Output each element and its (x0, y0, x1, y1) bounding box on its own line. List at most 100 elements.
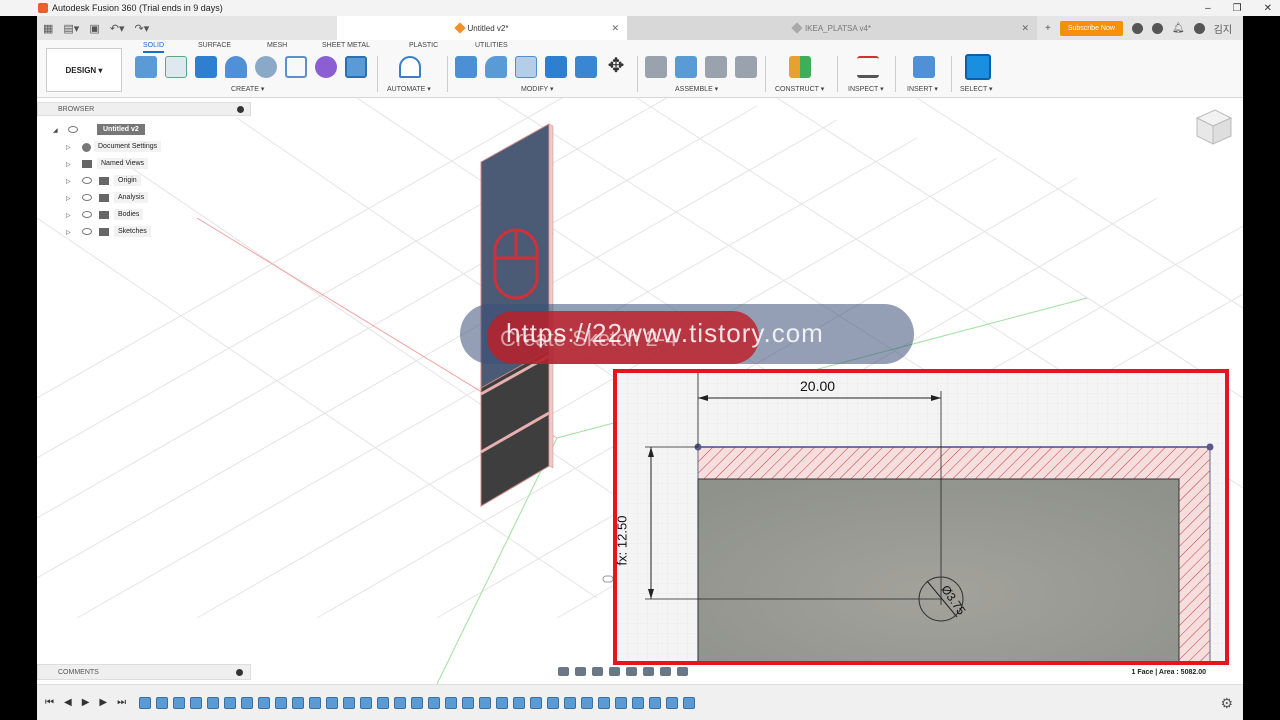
insert-group-label[interactable]: INSERT ▾ (907, 85, 938, 93)
workspace-switcher[interactable]: DESIGN ▾ (46, 48, 122, 92)
visibility-eye-icon[interactable] (82, 211, 92, 218)
visibility-eye-icon[interactable] (68, 126, 78, 133)
timeline-feature[interactable] (445, 697, 457, 709)
maximize-icon[interactable]: ❐ (1233, 3, 1242, 14)
modify-group-label[interactable]: MODIFY ▾ (521, 85, 554, 93)
offset-plane-icon[interactable] (789, 56, 811, 78)
comments-panel[interactable]: COMMENTS (37, 664, 251, 680)
tab-sheet-metal[interactable]: SHEET METAL (322, 42, 370, 49)
as-built-joint-icon[interactable] (705, 56, 727, 78)
tree-item-bodies[interactable]: ▷ Bodies (37, 207, 251, 224)
timeline-feature[interactable] (377, 697, 389, 709)
timeline-feature[interactable] (292, 697, 304, 709)
insert-image-icon[interactable] (913, 56, 935, 78)
inspect-group-label[interactable]: INSPECT ▾ (848, 85, 884, 93)
timeline-feature[interactable] (156, 697, 168, 709)
timeline-feature[interactable] (190, 697, 202, 709)
collapse-arrow-icon[interactable]: ◢ (53, 127, 58, 134)
new-tab-icon[interactable]: + (1045, 23, 1051, 34)
tab-plastic[interactable]: PLASTIC (409, 42, 438, 49)
timeline-feature[interactable] (343, 697, 355, 709)
timeline-feature[interactable] (411, 697, 423, 709)
redo-icon[interactable]: ↷▾ (134, 22, 149, 35)
timeline-feature[interactable] (530, 697, 542, 709)
help-icon[interactable] (1193, 22, 1205, 34)
go-to-end-icon[interactable]: ⏭ (117, 697, 126, 708)
zoom-icon[interactable] (609, 667, 620, 676)
tree-item-document-settings[interactable]: ▷ Document Settings (37, 139, 251, 156)
save-icon[interactable]: ▣ (89, 22, 99, 35)
timeline-feature[interactable] (479, 697, 491, 709)
timeline-feature[interactable] (649, 697, 661, 709)
joint-icon[interactable] (645, 56, 667, 78)
undo-icon[interactable]: ↶▾ (110, 22, 125, 35)
display-settings-icon[interactable] (643, 667, 654, 676)
timeline-feature[interactable] (547, 697, 559, 709)
new-component-icon[interactable] (135, 56, 157, 78)
close-tab-icon[interactable]: ✕ (611, 23, 619, 34)
timeline-feature[interactable] (394, 697, 406, 709)
expand-arrow-icon[interactable]: ▷ (66, 161, 71, 168)
timeline-feature[interactable] (513, 697, 525, 709)
expand-arrow-icon[interactable]: ▷ (66, 229, 71, 236)
look-at-icon[interactable] (575, 667, 586, 676)
timeline-feature[interactable] (360, 697, 372, 709)
timeline-feature[interactable] (581, 697, 593, 709)
tree-root[interactable]: ◢ Untitled v2 (37, 122, 251, 139)
timeline-feature[interactable] (598, 697, 610, 709)
expand-arrow-icon[interactable]: ▷ (66, 212, 71, 219)
chamfer-icon[interactable] (515, 56, 537, 78)
extrude-icon[interactable] (195, 56, 217, 78)
job-status-icon[interactable] (1151, 22, 1163, 34)
orbit-icon[interactable] (558, 667, 569, 676)
construct-group-label[interactable]: CONSTRUCT ▾ (775, 85, 824, 93)
expand-arrow-icon[interactable]: ▷ (66, 195, 71, 202)
automate-group-label[interactable]: AUTOMATE ▾ (387, 85, 431, 93)
measure-icon[interactable] (857, 56, 879, 78)
tab-solid[interactable]: SOLID (143, 42, 165, 53)
timeline-feature[interactable] (275, 697, 287, 709)
hole-icon[interactable] (255, 56, 277, 78)
shell-icon[interactable] (545, 56, 567, 78)
fit-icon[interactable] (626, 667, 637, 676)
grid-settings-icon[interactable] (660, 667, 671, 676)
close-icon[interactable]: ✕ (1264, 3, 1272, 14)
grid-menu-icon[interactable]: ▦ (43, 22, 53, 35)
new-component-assemble-icon[interactable] (675, 56, 697, 78)
mirror-icon[interactable] (345, 56, 367, 78)
expand-arrow-icon[interactable]: ▷ (66, 144, 71, 151)
width-dimension[interactable]: 20.00 (800, 378, 835, 394)
timeline-feature[interactable] (666, 697, 678, 709)
select-icon[interactable] (965, 54, 991, 80)
combine-icon[interactable] (575, 56, 597, 78)
select-group-label[interactable]: SELECT ▾ (960, 85, 993, 93)
fillet-icon[interactable] (485, 56, 507, 78)
extensions-icon[interactable] (1131, 22, 1143, 34)
timeline-feature[interactable] (173, 697, 185, 709)
close-tab-icon[interactable]: ✕ (1021, 23, 1029, 34)
tree-item-origin[interactable]: ▷ Origin (37, 173, 251, 190)
timeline-feature[interactable] (496, 697, 508, 709)
sketch-point[interactable] (1206, 443, 1214, 451)
timeline-feature[interactable] (615, 697, 627, 709)
timeline-feature[interactable] (564, 697, 576, 709)
selected-face[interactable] (697, 478, 1180, 661)
file-icon[interactable]: ▤▾ (63, 22, 79, 35)
timeline-feature[interactable] (258, 697, 270, 709)
timeline-feature[interactable] (241, 697, 253, 709)
height-dimension[interactable]: fx: 12.50 (617, 516, 629, 566)
subscribe-button[interactable]: Subscribe Now (1059, 20, 1123, 36)
expand-arrow-icon[interactable]: ▷ (66, 178, 71, 185)
timeline-settings-gear-icon[interactable]: ⚙ (1220, 695, 1233, 712)
automate-icon[interactable] (399, 56, 421, 78)
go-to-start-icon[interactable]: ⏮ (45, 697, 54, 708)
press-pull-icon[interactable] (455, 56, 477, 78)
joint-origin-icon[interactable] (735, 56, 757, 78)
timeline-feature[interactable] (632, 697, 644, 709)
tab-mesh[interactable]: MESH (267, 42, 287, 49)
visibility-eye-icon[interactable] (82, 177, 92, 184)
visibility-eye-icon[interactable] (82, 194, 92, 201)
timeline-feature[interactable] (428, 697, 440, 709)
tree-item-analysis[interactable]: ▷ Analysis (37, 190, 251, 207)
move-icon[interactable]: ✥ (605, 56, 627, 78)
